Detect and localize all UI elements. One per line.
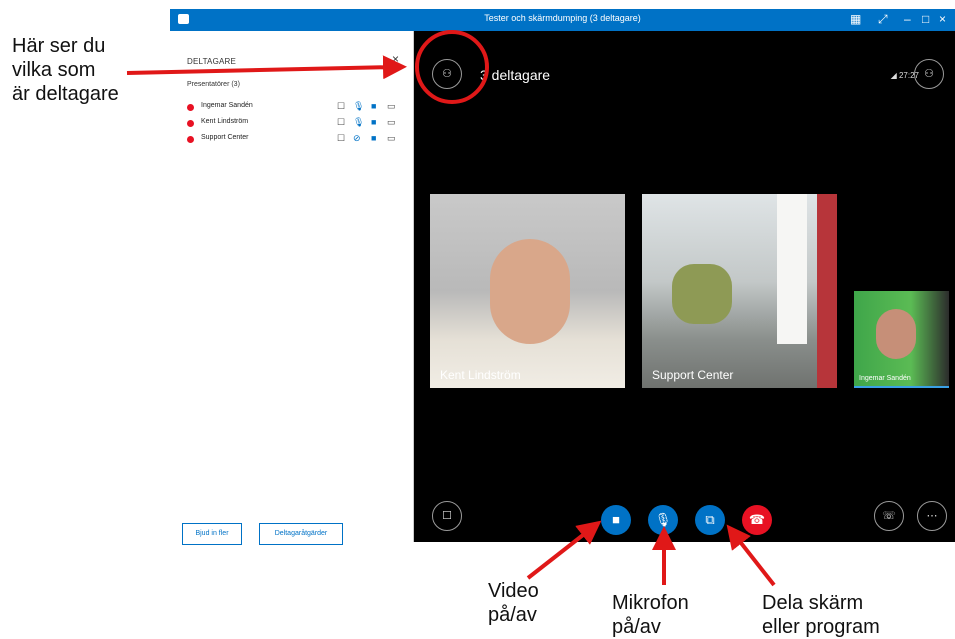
arrow-participants	[126, 55, 407, 80]
annotation-arrows	[126, 55, 776, 587]
arrow-share	[726, 524, 776, 587]
arrow-video	[526, 520, 602, 580]
